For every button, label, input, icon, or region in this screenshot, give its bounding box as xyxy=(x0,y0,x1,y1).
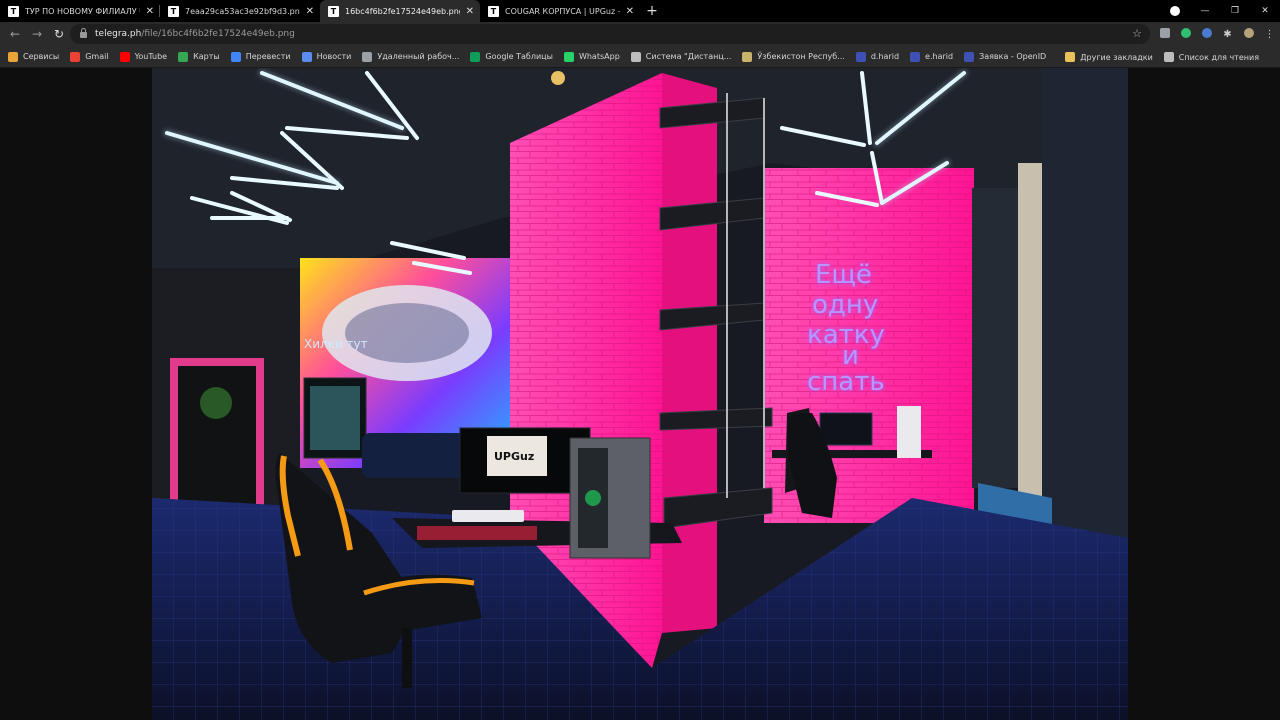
bookmark-label: Перевести xyxy=(245,52,291,61)
close-window-icon[interactable]: ✕ xyxy=(1250,6,1280,16)
browser-toolbar: ← → ↻ telegra.ph /file/16bc4f6b2fe17524e… xyxy=(0,22,1280,46)
extensions-area: ✱ ⋮ xyxy=(1154,22,1280,46)
tab-close-icon[interactable]: ✕ xyxy=(306,6,314,17)
other-bookmarks-button[interactable]: Другие закладки xyxy=(1065,52,1153,62)
bookmark-label: Новости xyxy=(316,52,352,61)
bookmark-label: Система "Дистанц... xyxy=(645,52,732,61)
url-host: telegra.ph xyxy=(95,29,142,39)
tab-close-icon[interactable]: ✕ xyxy=(146,6,154,17)
tab-title: 16bc4f6b2fe17524e49eb.png (1 xyxy=(345,6,460,16)
whatsapp-icon xyxy=(563,51,574,62)
tab[interactable]: T COUGAR КОРПУСА | UPGuz – Te ✕ xyxy=(480,0,640,22)
graffiti-tag: Хилки тут xyxy=(304,337,368,351)
minimize-icon[interactable]: — xyxy=(1190,6,1220,16)
bookmark-label: Ўзбекистон Респуб... xyxy=(757,52,845,61)
page-viewport: Хилки тут Ещё одну катку и спать Ещё одн… xyxy=(0,68,1280,720)
back-icon[interactable]: ← xyxy=(4,27,26,41)
translate-icon xyxy=(230,51,241,62)
bookmark-label: Список для чтения xyxy=(1178,52,1259,62)
bookmark-label: Gmail xyxy=(85,52,109,61)
bookmark-label: Другие закладки xyxy=(1080,52,1153,62)
svg-text:Ещё: Ещё xyxy=(815,260,872,290)
bookmark-label: Google Таблицы xyxy=(485,52,553,61)
cast-extension-icon[interactable] xyxy=(1154,27,1175,41)
harid-icon xyxy=(964,51,975,62)
green-extension-icon[interactable] xyxy=(1175,27,1196,41)
gaming-room-photo: Хилки тут Ещё одну катку и спать Ещё одн… xyxy=(152,68,1128,720)
tab-active[interactable]: T 16bc4f6b2fe17524e49eb.png (1 ✕ xyxy=(320,0,480,22)
bookmark-item[interactable]: Карты xyxy=(178,51,220,62)
bookmarks-bar: Сервисы Gmail YouTube Карты Перевести Новости… xyxy=(0,46,1280,68)
reading-list-icon xyxy=(1163,52,1174,62)
bookmark-item[interactable]: Ўзбекистон Респуб... xyxy=(742,51,845,62)
bookmark-label: Удаленный рабоч... xyxy=(377,52,460,61)
bookmark-item[interactable]: YouTube xyxy=(119,51,168,62)
emblem-icon xyxy=(742,51,753,62)
reload-icon[interactable]: ↻ xyxy=(48,27,70,41)
profile-icon[interactable] xyxy=(1170,6,1180,16)
tab-title: COUGAR КОРПУСА | UPGuz – Te xyxy=(505,6,620,16)
bookmark-label: Карты xyxy=(193,52,220,61)
url-path: /file/16bc4f6b2fe17524e49eb.png xyxy=(141,29,295,39)
tab[interactable]: T ТУР ПО НОВОМУ ФИЛИАЛУ UP ✕ xyxy=(0,0,160,22)
menu-icon[interactable]: ⋮ xyxy=(1259,29,1280,40)
bookmark-item[interactable]: Google Таблицы xyxy=(470,51,553,62)
harid-icon xyxy=(855,51,866,62)
new-tab-button[interactable]: + xyxy=(640,0,664,22)
harid-icon xyxy=(910,51,921,62)
tab-strip: T ТУР ПО НОВОМУ ФИЛИАЛУ UP ✕ T 7eaa29ca5… xyxy=(0,0,1280,22)
tab-close-icon[interactable]: ✕ xyxy=(626,6,634,17)
photo-illustration: Хилки тут Ещё одну катку и спать Ещё одн… xyxy=(152,68,1128,720)
telegraph-favicon-icon: T xyxy=(168,5,179,17)
bookmark-item[interactable]: Сервисы xyxy=(8,51,60,62)
bookmark-item[interactable]: Перевести xyxy=(230,51,291,62)
telegraph-favicon-icon: T xyxy=(8,5,19,17)
bookmark-item[interactable]: e.harid xyxy=(910,51,954,62)
bookmark-label: e.harid xyxy=(925,52,954,61)
bookmark-item[interactable]: Заявка - OpenID xyxy=(964,51,1047,62)
bookmark-label: YouTube xyxy=(134,52,168,61)
bookmark-label: d.harid xyxy=(870,52,900,61)
bookmark-item[interactable]: Система "Дистанц... xyxy=(630,51,732,62)
bookmark-item[interactable]: Удаленный рабоч... xyxy=(362,51,460,62)
bookmark-item[interactable]: d.harid xyxy=(855,51,900,62)
tab[interactable]: T 7eaa29ca53ac3e92bf9d3.png (15 ✕ xyxy=(160,0,320,22)
bookmark-item[interactable]: WhatsApp xyxy=(563,51,620,62)
puzzle-extensions-icon[interactable]: ✱ xyxy=(1217,29,1238,40)
telegraph-favicon-icon: T xyxy=(328,5,339,17)
youtube-icon xyxy=(119,51,130,62)
reading-list-button[interactable]: Список для чтения xyxy=(1163,52,1259,62)
sheets-icon xyxy=(470,51,481,62)
apps-icon xyxy=(8,51,18,62)
bookmark-label: Заявка - OpenID xyxy=(979,52,1047,61)
bookmark-star-icon[interactable]: ☆ xyxy=(1132,27,1142,40)
maps-icon xyxy=(178,51,189,62)
tab-title: 7eaa29ca53ac3e92bf9d3.png (15 xyxy=(185,6,300,16)
bookmark-item[interactable]: Gmail xyxy=(70,51,109,62)
gmail-icon xyxy=(70,51,81,62)
forward-icon[interactable]: → xyxy=(26,27,48,41)
bookmark-label: WhatsApp xyxy=(578,52,620,61)
telegraph-favicon-icon: T xyxy=(488,5,499,17)
svg-text:одну: одну xyxy=(812,290,878,320)
tab-close-icon[interactable]: ✕ xyxy=(466,6,474,17)
window-controls: — ❐ ✕ xyxy=(1160,0,1280,22)
news-icon xyxy=(301,51,312,62)
bookmark-label: Сервисы xyxy=(23,52,60,61)
tab-title: ТУР ПО НОВОМУ ФИЛИАЛУ UP xyxy=(25,6,140,16)
address-bar[interactable]: telegra.ph /file/16bc4f6b2fe17524e49eb.p… xyxy=(70,24,1150,44)
lock-icon[interactable] xyxy=(80,28,87,38)
remote-desktop-icon xyxy=(362,51,373,62)
s-extension-icon[interactable] xyxy=(1196,27,1217,41)
avatar[interactable] xyxy=(1238,27,1259,41)
bookmark-item[interactable]: Новости xyxy=(301,51,352,62)
upg-sign: UPGuz xyxy=(494,450,534,463)
svg-text:спать: спать xyxy=(807,367,885,397)
globe-icon xyxy=(630,51,641,62)
restore-icon[interactable]: ❐ xyxy=(1220,6,1250,16)
folder-icon xyxy=(1065,52,1076,62)
bookmarks-right: Другие закладки Список для чтения xyxy=(1065,46,1270,68)
